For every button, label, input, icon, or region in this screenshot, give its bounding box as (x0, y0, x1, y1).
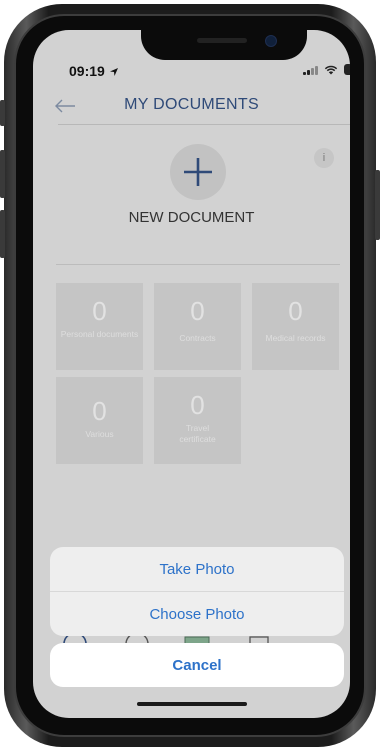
take-photo-button[interactable]: Take Photo (50, 547, 344, 591)
phone-screen: 09:19 97 MY DOCUMENTS i NEW DOCUMENT 0 P… (33, 30, 350, 718)
signal-icon (303, 65, 318, 75)
category-tile-medical-records[interactable]: 0 Medical records (252, 283, 339, 370)
notch (141, 30, 307, 60)
category-tile-contracts[interactable]: 0 Contracts (154, 283, 241, 370)
mute-switch (0, 100, 5, 126)
plus-icon (184, 158, 212, 186)
category-count: 0 (92, 296, 107, 326)
category-tile-travel-certificate[interactable]: 0 Travel certificate (154, 377, 241, 464)
volume-down-button (0, 210, 5, 258)
category-count: 0 (190, 296, 205, 326)
category-label: Contracts (179, 333, 216, 343)
status-indicators: 97 (303, 64, 350, 75)
section-divider (56, 264, 340, 265)
photo-action-sheet: Take Photo Choose Photo (50, 547, 344, 636)
header-divider (58, 124, 350, 125)
home-indicator[interactable] (137, 702, 247, 706)
wifi-icon (324, 65, 338, 74)
new-document-label[interactable]: NEW DOCUMENT (33, 209, 350, 226)
category-tile-personal-documents[interactable]: 0 Personal documents (56, 283, 143, 370)
front-camera (265, 35, 277, 47)
battery-icon: 97 (344, 64, 350, 75)
category-label: Travel certificate (179, 423, 216, 444)
volume-up-button (0, 150, 5, 198)
speaker-grille (197, 38, 247, 43)
status-time: 09:19 (69, 63, 119, 79)
category-count: 0 (288, 296, 303, 326)
category-count: 0 (92, 396, 107, 426)
category-count: 0 (190, 390, 205, 420)
page-title: MY DOCUMENTS (124, 96, 259, 113)
category-label: Various (85, 429, 114, 439)
cancel-button[interactable]: Cancel (50, 643, 344, 687)
choose-photo-button[interactable]: Choose Photo (50, 592, 344, 636)
power-button (375, 170, 380, 240)
category-label: Medical records (265, 333, 326, 343)
location-arrow-icon (109, 68, 118, 76)
category-tile-various[interactable]: 0 Various (56, 377, 143, 464)
category-label: Personal documents (60, 329, 139, 339)
add-document-button[interactable] (170, 144, 226, 200)
info-icon[interactable]: i (314, 148, 334, 168)
